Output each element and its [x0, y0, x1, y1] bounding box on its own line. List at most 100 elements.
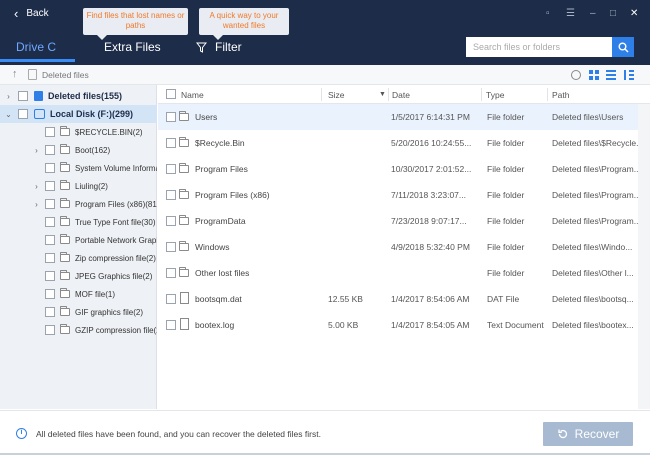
table-row[interactable]: ProgramData 7/23/2018 9:07:17... File fo…: [158, 208, 638, 234]
sort-desc-icon[interactable]: ▼: [379, 91, 386, 98]
list-view-icon[interactable]: [606, 70, 616, 80]
file-type: File folder: [487, 242, 525, 252]
tree-item[interactable]: Zip compression file(2): [0, 249, 157, 267]
status-bar: i All deleted files have been found, and…: [0, 410, 650, 455]
row-checkbox[interactable]: [166, 164, 176, 174]
table-row[interactable]: Users 1/5/2017 6:14:31 PM File folder De…: [158, 104, 638, 130]
checkbox[interactable]: [45, 217, 55, 227]
select-all-checkbox[interactable]: [166, 89, 176, 99]
row-checkbox[interactable]: [166, 294, 176, 304]
back-button[interactable]: ‹ Back: [14, 7, 49, 20]
table-row[interactable]: bootex.log 5.00 KB 1/4/2017 8:54:05 AM T…: [158, 312, 638, 338]
checkbox[interactable]: [45, 289, 55, 299]
column-header-name[interactable]: Name: [181, 90, 204, 100]
checkbox[interactable]: [45, 127, 55, 137]
tree-item[interactable]: › Boot(162): [0, 141, 157, 159]
close-icon[interactable]: ✕: [630, 9, 638, 19]
tab-extra-files[interactable]: Extra Files: [104, 40, 161, 54]
tree-item[interactable]: › Program Files (x86)(81: [0, 195, 157, 213]
file-name: bootsqm.dat: [195, 294, 242, 304]
expand-icon[interactable]: ›: [32, 200, 41, 209]
checkbox[interactable]: [45, 307, 55, 317]
expand-icon[interactable]: ›: [32, 146, 41, 155]
checkbox[interactable]: [45, 199, 55, 209]
row-checkbox[interactable]: [166, 242, 176, 252]
checkbox[interactable]: [45, 145, 55, 155]
checkbox[interactable]: [45, 163, 55, 173]
header-bar: ‹ Back Find files that lost names or pat…: [0, 0, 650, 65]
tree-item[interactable]: MOF file(1): [0, 285, 157, 303]
tree-item-label: MOF file(1): [75, 289, 115, 299]
table-row[interactable]: Windows 4/9/2018 5:32:40 PM File folder …: [158, 234, 638, 260]
column-header-type[interactable]: Type: [486, 90, 504, 100]
folder-icon: [60, 306, 70, 316]
vertical-scrollbar[interactable]: [638, 104, 650, 409]
detail-view-icon[interactable]: [624, 70, 634, 80]
checkbox[interactable]: [45, 325, 55, 335]
tree-item[interactable]: JPEG Graphics file(2): [0, 267, 157, 285]
maximize-icon[interactable]: □: [610, 9, 616, 19]
tree-item-local-disk[interactable]: ⌄ Local Disk (F:)(299): [0, 105, 157, 123]
preview-icon[interactable]: [571, 70, 581, 80]
tab-filter[interactable]: Filter: [196, 40, 242, 54]
tree-item-label: Liuling(2): [75, 181, 108, 191]
file-type: DAT File: [487, 294, 520, 304]
row-checkbox[interactable]: [166, 268, 176, 278]
folder-icon: [179, 137, 189, 147]
folder-icon: [60, 270, 70, 280]
tree-item[interactable]: GZIP compression file(2: [0, 321, 157, 339]
path-toolbar: ↑ Deleted files: [0, 65, 650, 85]
grid-view-icon[interactable]: [589, 70, 599, 80]
tree-item-label: Local Disk (F:)(299): [50, 109, 134, 119]
checkbox[interactable]: [18, 109, 28, 119]
restore-icon[interactable]: ▫: [546, 9, 550, 19]
row-checkbox[interactable]: [166, 190, 176, 200]
row-checkbox[interactable]: [166, 138, 176, 148]
file-type: File folder: [487, 268, 525, 278]
tree-item[interactable]: System Volume Informa: [0, 159, 157, 177]
tree-item-deleted-files[interactable]: › Deleted files(155): [0, 87, 157, 105]
search-icon: [618, 42, 628, 52]
table-row[interactable]: bootsqm.dat 12.55 KB 1/4/2017 8:54:06 AM…: [158, 286, 638, 312]
folder-icon: [179, 215, 189, 225]
row-checkbox[interactable]: [166, 112, 176, 122]
up-arrow-icon[interactable]: ↑: [12, 68, 18, 80]
expand-icon[interactable]: ›: [4, 92, 13, 101]
row-checkbox[interactable]: [166, 320, 176, 330]
column-header-date[interactable]: Date: [392, 90, 410, 100]
table-row[interactable]: Other lost files File folder Deleted fil…: [158, 260, 638, 286]
search-input[interactable]: [466, 37, 612, 57]
row-checkbox[interactable]: [166, 216, 176, 226]
column-header-size[interactable]: Size: [328, 90, 345, 100]
checkbox[interactable]: [45, 271, 55, 281]
tab-drive-c[interactable]: Drive C: [16, 40, 56, 54]
tree-item-label: True Type Font file(30): [75, 217, 156, 227]
table-row[interactable]: Program Files (x86) 7/11/2018 3:23:07...…: [158, 182, 638, 208]
folder-icon: [179, 241, 189, 251]
checkbox[interactable]: [18, 91, 28, 101]
checkbox[interactable]: [45, 181, 55, 191]
column-header-path[interactable]: Path: [552, 90, 570, 100]
tree-item[interactable]: Portable Network Graph: [0, 231, 157, 249]
checkbox[interactable]: [45, 253, 55, 263]
search-button[interactable]: [612, 37, 634, 57]
tree-item[interactable]: $RECYCLE.BIN(2): [0, 123, 157, 141]
tree-item[interactable]: True Type Font file(30): [0, 213, 157, 231]
table-row[interactable]: $Recycle.Bin 5/20/2016 10:24:55... File …: [158, 130, 638, 156]
folder-icon: [179, 189, 189, 199]
collapse-icon[interactable]: ⌄: [4, 110, 13, 119]
file-name: Users: [195, 112, 218, 122]
menu-icon[interactable]: ☰: [566, 9, 575, 19]
folder-icon: [60, 252, 70, 262]
table-row[interactable]: Program Files 10/30/2017 2:01:52... File…: [158, 156, 638, 182]
info-icon: i: [16, 428, 27, 439]
file-size: 12.55 KB: [328, 294, 363, 304]
table-header: Name Size ▼ Date Type Path: [158, 85, 650, 104]
tree-item[interactable]: GIF graphics file(2): [0, 303, 157, 321]
checkbox[interactable]: [45, 235, 55, 245]
minimize-icon[interactable]: –: [590, 9, 596, 19]
recover-button[interactable]: Recover: [543, 422, 633, 446]
folder-icon: [60, 324, 70, 334]
expand-icon[interactable]: ›: [32, 182, 41, 191]
tree-item[interactable]: › Liuling(2): [0, 177, 157, 195]
